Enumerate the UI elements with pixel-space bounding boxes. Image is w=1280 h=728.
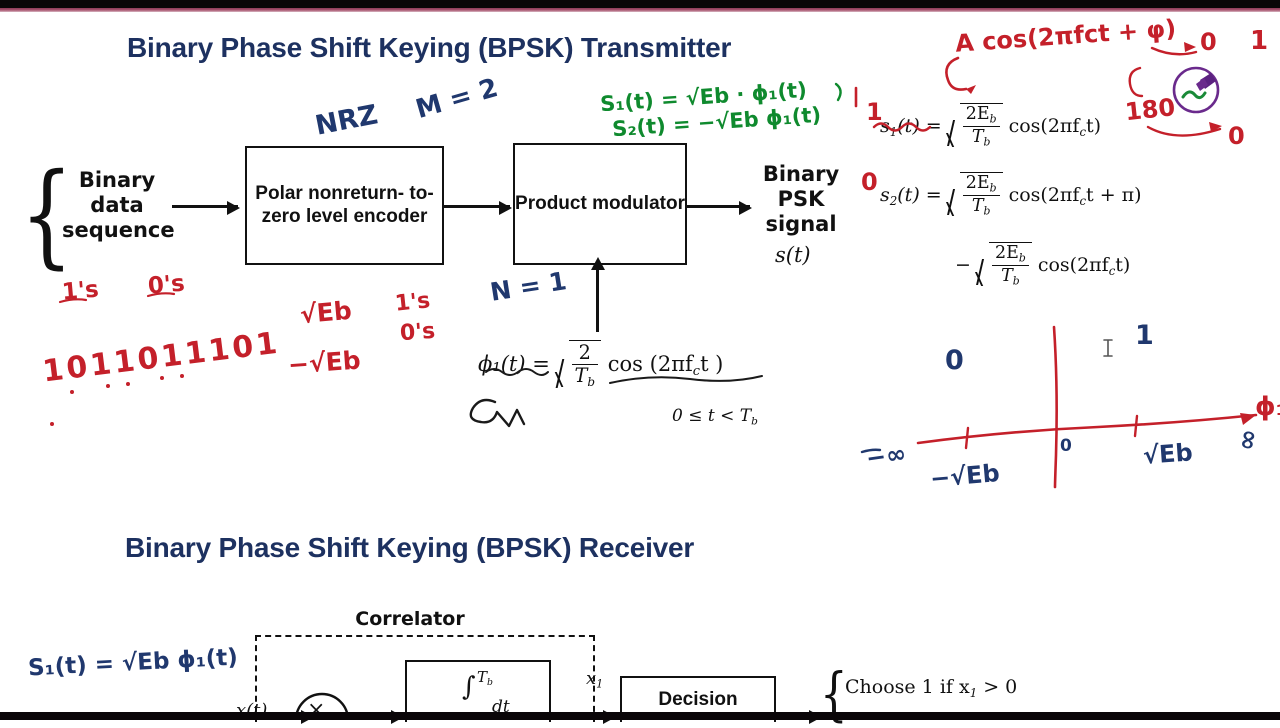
annotation-m-equals-2: M = 2 [412, 73, 502, 125]
pen-marker-stroke-icon [1181, 90, 1207, 100]
s1-den: Tb [971, 126, 991, 149]
equation-s1-lhs: s1(t) = [880, 114, 942, 139]
ink-hook-arrowhead [966, 85, 976, 94]
s2alt-cos: cos(2πfct) [1037, 253, 1131, 278]
annotation-n-equals-1: N = 1 [488, 266, 569, 307]
equation-s1: s1(t) = 2Eb Tb cos(2πfct) [880, 103, 1101, 149]
correlator-label: Correlator [355, 608, 465, 630]
basis-function-formula: ϕ₁(t) = 2 Tb cos (2πfct ) [478, 340, 723, 389]
constellation-left-infinity: −∞ [864, 439, 908, 473]
basis-radicand-numerator: 2 [571, 342, 599, 365]
arrow-modulator-output [685, 201, 752, 215]
annotation-red-level-low: −√Eb [287, 345, 362, 380]
s1-num: 2Eb [962, 104, 1000, 127]
annotation-red-carrier: A cos(2πfct + φ) [954, 14, 1178, 58]
annotation-red-marker-zero: 0 [861, 168, 878, 196]
bottom-letterbox-bar [0, 712, 1280, 720]
bpsk-output-symbol: s(t) [775, 243, 811, 267]
product-modulator-block: Product modulator [513, 143, 687, 265]
constellation-origin-label: 0 [1060, 436, 1072, 456]
annotation-receiver-s1: S₁(t) = √Eb ϕ₁(t) [27, 644, 239, 682]
ink-dot [180, 374, 184, 378]
binary-data-sequence-label: Binary data sequence [62, 168, 175, 242]
constellation-tick-negative: −√Eb [928, 459, 1001, 493]
basis-function-radical: 2 Tb [557, 340, 602, 389]
pen-marker-nib-icon [1200, 73, 1216, 89]
bpsk-output-label: Binary PSK signal [762, 162, 840, 236]
basis-function-range: 0 ≤ t < Tb [672, 406, 758, 428]
constellation-axis-label: ϕ₁ [1255, 392, 1280, 422]
arrow-carrier-into-modulator [591, 257, 605, 332]
annotation-red-carrier-target: 0 [1200, 28, 1217, 56]
constellation-region-one: 1 [1135, 320, 1154, 351]
s2-cos: cos(2πfct + π) [1008, 183, 1142, 208]
annotation-red-level-ones: 1's [393, 288, 432, 317]
ink-arrow-180-to-zero [1146, 125, 1222, 137]
integral-sign: ∫ [462, 672, 476, 702]
ink-constellation-axis-h [916, 413, 1258, 445]
polar-nrz-encoder-block: Polar nonreturn- to-zero level encoder [245, 146, 444, 265]
s1-cos: cos(2πfct) [1008, 114, 1102, 139]
s2alt-num: 2Eb [991, 243, 1029, 266]
decision-rule-text: Choose 1 if x1 > 0 [845, 676, 1018, 700]
page-title-receiver: Binary Phase Shift Keying (BPSK) Receive… [125, 532, 695, 563]
product-modulator-label: Product modulator [515, 192, 685, 214]
correlator-output-label: x1 [586, 668, 604, 691]
annotation-red-level-high: √Eb [298, 295, 353, 330]
arrow-input-to-encoder [172, 201, 240, 215]
annotation-nrz: NRZ [312, 99, 381, 142]
annotation-red-level-zeros: 0's [399, 318, 436, 347]
ink-constellation-axis-arrowhead [1240, 413, 1256, 425]
equation-s2-radical: 2Eb Tb [948, 172, 1003, 218]
arrow-encoder-to-modulator [442, 201, 512, 215]
annotation-red-ones-label: 1's [60, 276, 100, 306]
ink-constellation-tick-neg [964, 426, 970, 450]
ink-dot [70, 390, 74, 394]
s2-den: Tb [971, 195, 991, 218]
s2alt-den: Tb [1001, 265, 1020, 288]
integral-upper-limit: Tb [477, 668, 493, 688]
constellation-right-infinity: ∞ [1231, 426, 1265, 454]
ink-dot [106, 384, 110, 388]
ink-constellation-tick-pos [1133, 414, 1139, 438]
accent-stripe [0, 8, 1280, 12]
constellation-region-zero: 0 [945, 345, 964, 376]
ink-cw-scribble [469, 398, 526, 428]
decision-device-label: Decision [658, 688, 738, 710]
ink-constellation-decision-line [1052, 325, 1058, 489]
ink-hook-carrier [945, 56, 968, 91]
equation-s2-alternate: − 2Eb Tb cos(2πfct) [955, 242, 1130, 288]
annotation-red-top-one: 1 [1250, 26, 1269, 56]
equation-s2-lhs: s2(t) = [880, 183, 942, 208]
ink-arrowhead-180 [1209, 122, 1222, 132]
equation-s2: s2(t) = 2Eb Tb cos(2πfct + π) [880, 172, 1142, 218]
top-letterbox-bar [0, 0, 1280, 8]
basis-cos: cos (2πfct ) [607, 352, 724, 380]
basis-radicand-denominator: Tb [574, 363, 596, 389]
pen-marker-body-icon [1196, 78, 1208, 91]
equation-s2alt-radical: 2Eb Tb [977, 242, 1032, 288]
ink-dot [126, 382, 130, 386]
polar-nrz-encoder-label: Polar nonreturn- to-zero level encoder [255, 183, 434, 227]
equation-s1-radical: 2Eb Tb [948, 103, 1003, 149]
basis-range-text: 0 ≤ t < T [672, 406, 752, 426]
s2-alt-minus: − [955, 253, 971, 276]
slide-canvas: Binary Phase Shift Keying (BPSK) Transmi… [0, 0, 1280, 728]
page-title-transmitter: Binary Phase Shift Keying (BPSK) Transmi… [127, 32, 732, 63]
constellation-tick-positive: √Eb [1142, 438, 1194, 470]
annotation-red-180-target: 0 [1228, 122, 1245, 150]
text-caret-icon [1103, 339, 1113, 357]
annotation-red-180-degrees: 180° [1123, 91, 1189, 127]
ink-bracket-180 [1128, 66, 1144, 98]
annotation-red-bit-sequence: 1011011101 [40, 325, 282, 390]
annotation-red-marker-one: 1 [866, 98, 883, 126]
annotation-red-zeros-label: 0's [146, 270, 186, 300]
s2-num: 2Eb [962, 173, 1000, 196]
ink-dot [160, 376, 164, 380]
ink-arrow-carrier-to-zero [1150, 46, 1198, 56]
basis-function-lhs: ϕ₁(t) = [478, 352, 550, 376]
ink-arrowhead-carrier [1184, 42, 1196, 52]
ink-dot [50, 422, 54, 426]
ink-green-tail [834, 82, 842, 102]
